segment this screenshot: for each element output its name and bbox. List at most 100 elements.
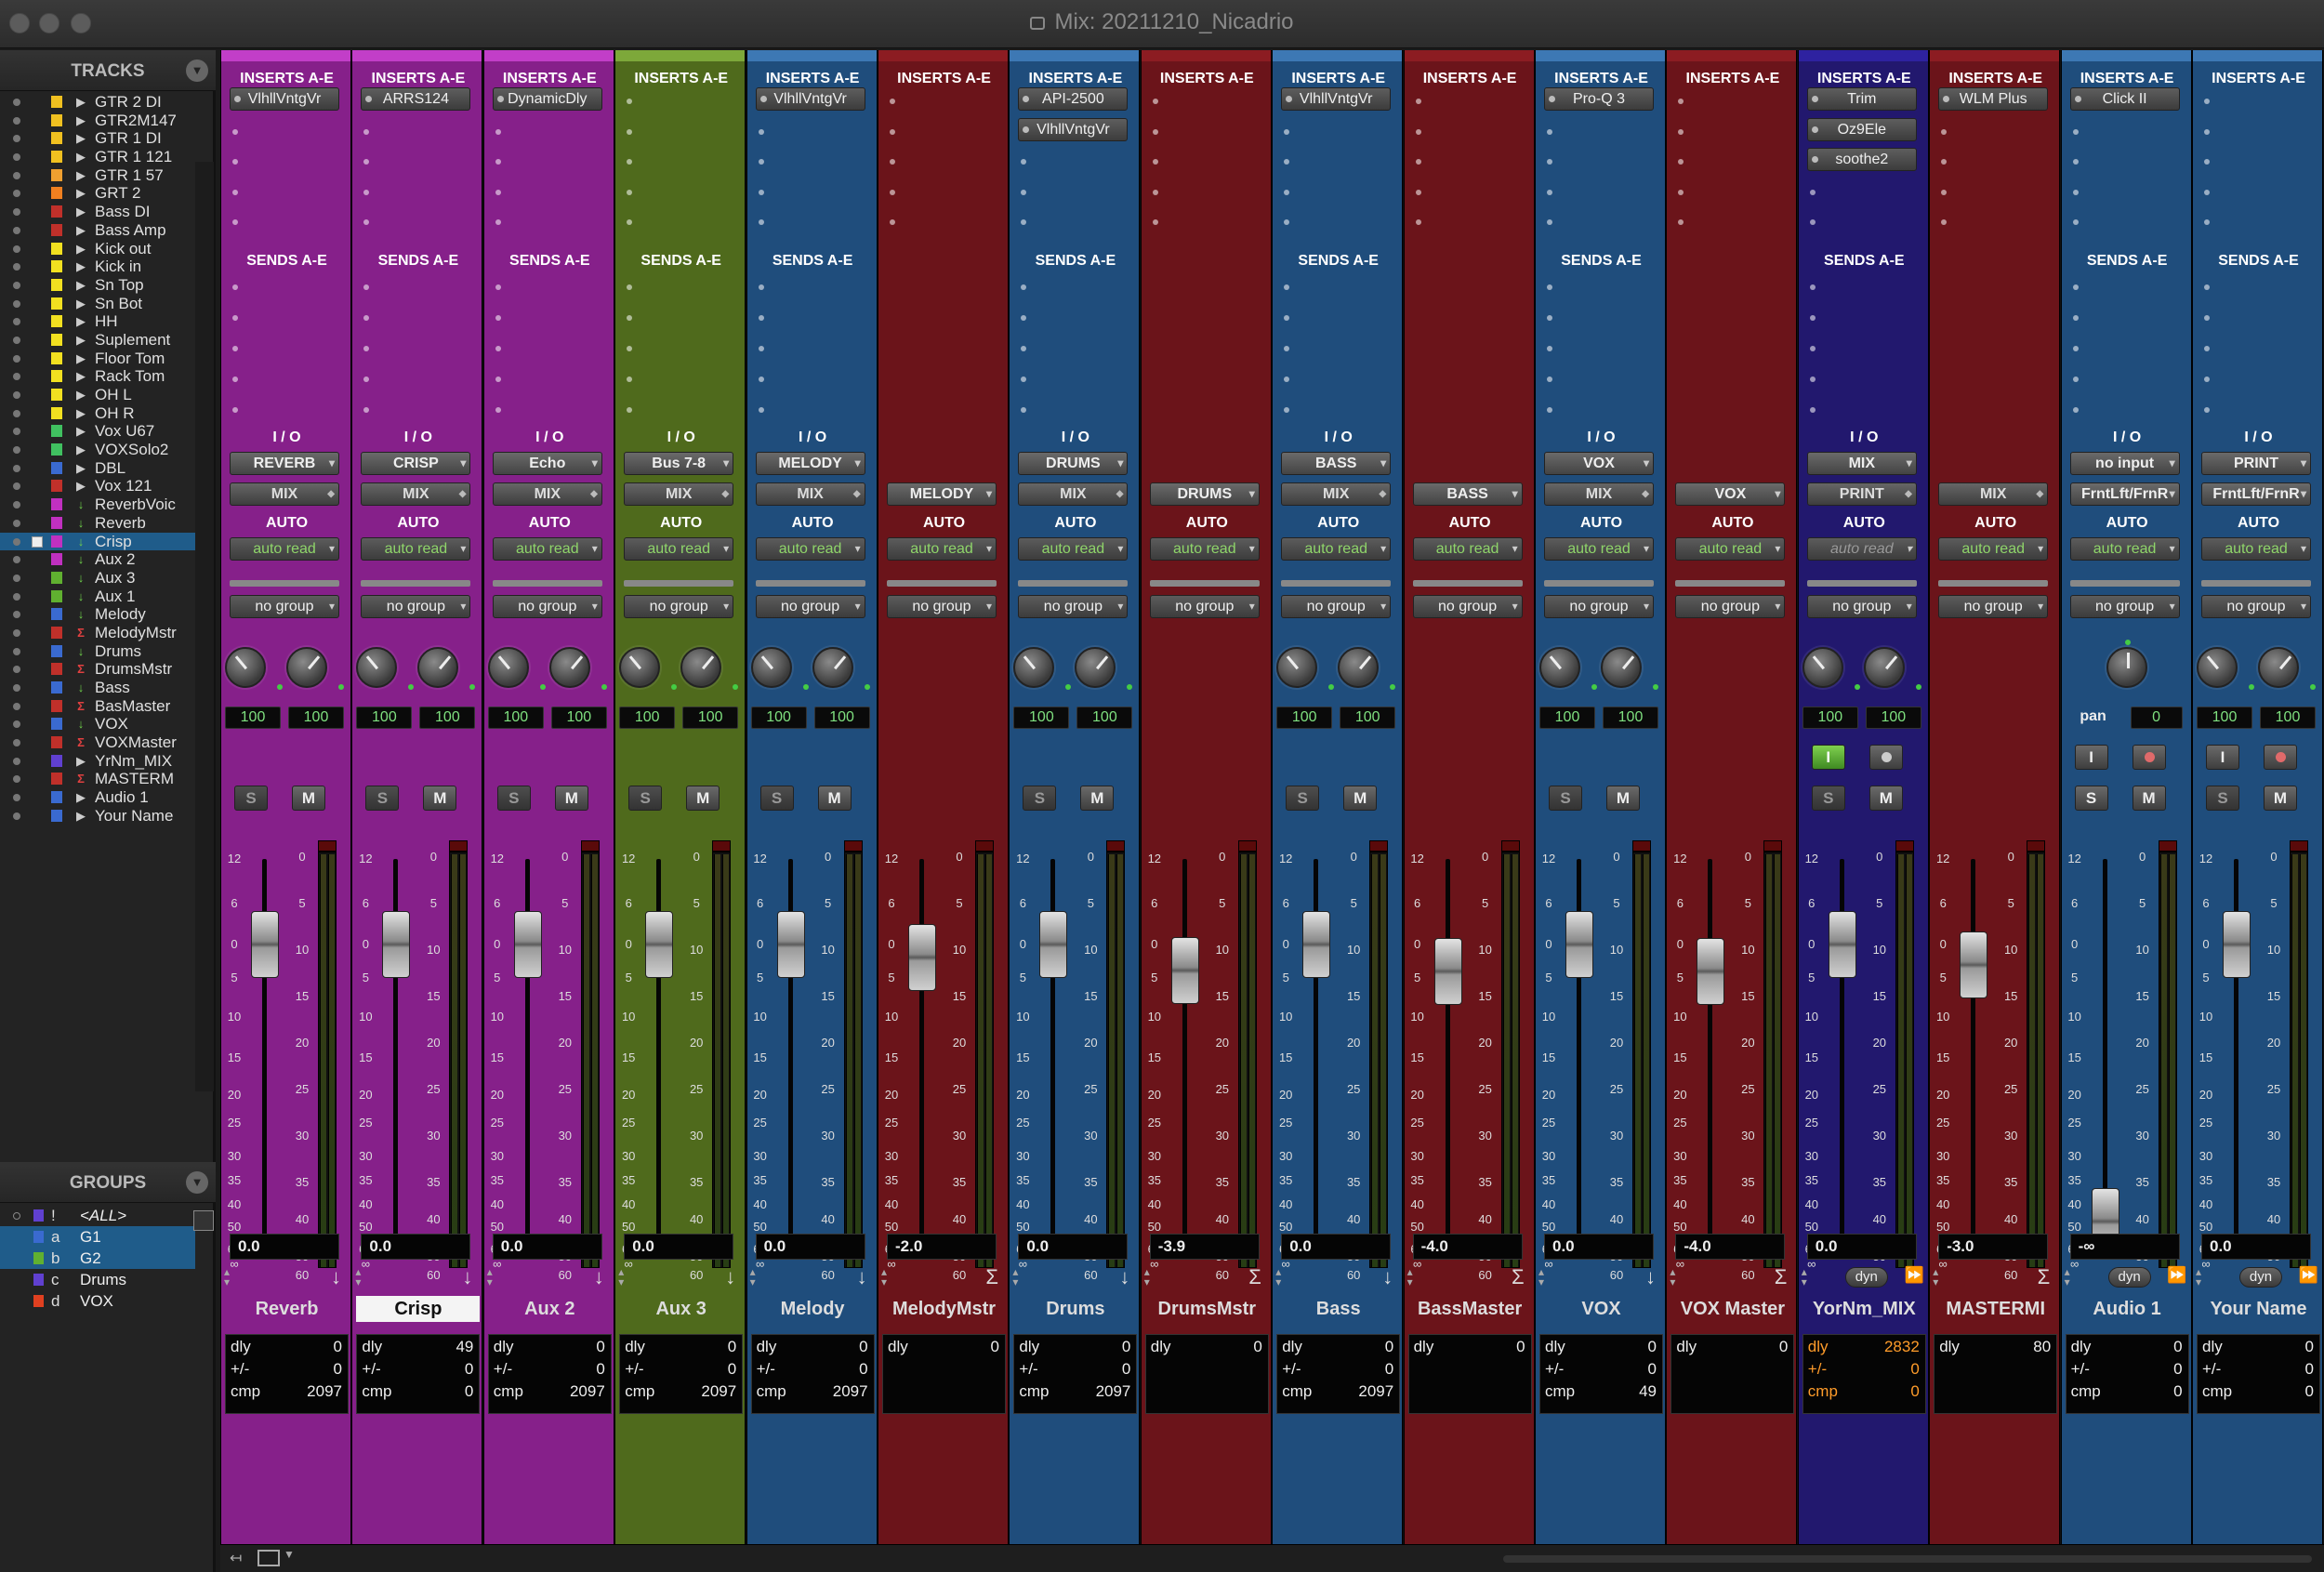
track-list-item[interactable]: ▶ OH R <box>0 404 195 423</box>
track-show-dot[interactable] <box>13 482 20 491</box>
group-selector[interactable]: no group <box>1806 595 1917 618</box>
solo-button[interactable]: S <box>1811 786 1845 811</box>
track-show-dot[interactable] <box>13 208 20 217</box>
send-slot[interactable] <box>627 376 633 382</box>
insert-slot[interactable] <box>890 99 895 104</box>
output-selector[interactable]: MIX <box>230 482 339 506</box>
track-show-dot[interactable] <box>13 628 20 637</box>
send-slot[interactable] <box>2204 346 2210 351</box>
track-list-item[interactable]: ▶ Sn Top <box>0 276 195 295</box>
track-list-item[interactable]: ▶ YrNm_MIX <box>0 752 195 771</box>
track-list-item[interactable]: ↓ Aux 2 <box>0 550 195 569</box>
insert-slot[interactable] <box>1547 189 1552 195</box>
send-slot[interactable] <box>1809 315 1816 321</box>
insert-slot[interactable] <box>1415 159 1421 165</box>
volume-readout[interactable]: 0.0 <box>230 1234 339 1260</box>
insert-slot[interactable] <box>1415 219 1421 225</box>
track-name-label[interactable]: Bass <box>1276 1296 1400 1322</box>
track-show-dot[interactable] <box>13 537 20 546</box>
volume-readout[interactable]: 0.0 <box>361 1234 471 1260</box>
track-name-label[interactable]: Reverb <box>225 1296 349 1322</box>
clip-indicator[interactable] <box>450 841 468 852</box>
output-selector[interactable]: MIX <box>492 482 602 506</box>
insert-plugin-button[interactable]: Trim <box>1806 87 1917 111</box>
input-selector[interactable]: PRINT <box>2201 452 2311 475</box>
track-show-dot[interactable] <box>13 299 20 308</box>
insert-slot[interactable] <box>2072 128 2079 135</box>
send-slot[interactable] <box>758 407 764 413</box>
track-name-label[interactable]: Aux 2 <box>488 1296 612 1322</box>
track-show-dot[interactable] <box>13 318 20 326</box>
send-slot[interactable] <box>2072 407 2079 413</box>
group-selector[interactable]: no group <box>361 595 471 618</box>
clip-indicator[interactable] <box>1633 841 1650 852</box>
track-list-item[interactable]: ▶ VOXSolo2 <box>0 441 195 459</box>
insert-slot[interactable] <box>627 159 633 165</box>
group-selector[interactable]: no group <box>230 595 339 618</box>
clip-indicator[interactable] <box>2291 841 2307 852</box>
automation-mode-selector[interactable]: auto read <box>1018 537 1129 561</box>
send-slot[interactable] <box>1547 346 1552 351</box>
send-slot[interactable] <box>495 376 501 382</box>
pan-knob-right[interactable] <box>812 647 853 688</box>
track-show-dot[interactable] <box>13 428 20 436</box>
automation-mode-selector[interactable]: auto read <box>887 537 997 561</box>
automation-mode-selector[interactable]: auto read <box>1938 537 2049 561</box>
output-selector[interactable]: FrntLft/FrnR <box>2069 482 2180 506</box>
track-show-dot[interactable] <box>13 739 20 747</box>
insert-plugin-button[interactable]: WLM Plus <box>1938 87 2049 111</box>
insert-slot[interactable] <box>1809 189 1816 195</box>
volume-readout[interactable]: -4.0 <box>1675 1234 1786 1260</box>
insert-slot[interactable] <box>890 219 895 225</box>
clip-indicator[interactable] <box>1501 841 1519 852</box>
insert-slot[interactable] <box>363 189 370 195</box>
insert-slot[interactable] <box>1152 128 1158 135</box>
automation-mode-selector[interactable]: auto read <box>1675 537 1786 561</box>
send-slot[interactable] <box>1809 376 1816 382</box>
send-slot[interactable] <box>627 315 633 321</box>
solo-button[interactable]: S <box>1549 786 1582 811</box>
send-slot[interactable] <box>1284 346 1290 351</box>
insert-slot[interactable] <box>2072 189 2079 195</box>
insert-slot[interactable] <box>627 219 633 225</box>
chevron-down-icon[interactable]: ▼ <box>186 1171 208 1194</box>
input-selector[interactable]: VOX <box>1544 452 1654 475</box>
output-selector[interactable]: DRUMS <box>1149 482 1260 506</box>
output-selector[interactable]: PRINT <box>1806 482 1917 506</box>
pan-knob-right[interactable] <box>548 647 590 688</box>
group-list-item[interactable]: d VOX <box>0 1290 195 1312</box>
clip-indicator[interactable] <box>1895 841 1913 852</box>
input-selector[interactable]: MIX <box>1806 452 1917 475</box>
insert-slot[interactable] <box>495 128 501 135</box>
pan-knob-right[interactable] <box>680 647 722 688</box>
volume-fader[interactable] <box>645 911 674 978</box>
track-show-dot[interactable] <box>13 99 20 106</box>
track-show-dot[interactable] <box>13 592 20 601</box>
track-list-item[interactable]: ▶ Vox U67 <box>0 422 195 441</box>
insert-slot[interactable] <box>1152 189 1158 195</box>
track-show-dot[interactable] <box>13 464 20 472</box>
insert-slot[interactable] <box>1021 159 1027 165</box>
volume-fader[interactable] <box>776 911 805 978</box>
pan-knob-right[interactable] <box>1338 647 1380 688</box>
volume-fader[interactable] <box>908 924 936 992</box>
send-slot[interactable] <box>1809 407 1816 413</box>
track-show-dot[interactable] <box>13 244 20 253</box>
solo-button[interactable]: S <box>759 786 794 811</box>
insert-plugin-button[interactable]: ARRS124 <box>361 87 471 111</box>
track-list-item[interactable]: ▶ Suplement <box>0 331 195 350</box>
volume-readout[interactable]: -3.0 <box>1938 1234 2049 1260</box>
send-slot[interactable] <box>627 407 633 413</box>
output-selector[interactable]: MIX <box>1938 482 2049 506</box>
insert-slot[interactable] <box>1941 219 1948 225</box>
insert-slot[interactable] <box>363 128 370 135</box>
insert-bypass-dot[interactable] <box>759 96 767 102</box>
insert-bypass-dot[interactable] <box>1023 96 1030 102</box>
input-selector[interactable]: REVERB <box>230 452 339 475</box>
volume-fader[interactable] <box>251 911 279 978</box>
track-list-item[interactable]: ▶ Your Name <box>0 807 195 826</box>
volume-readout[interactable]: 0.0 <box>2201 1234 2311 1260</box>
track-show-dot[interactable] <box>13 812 20 820</box>
insert-plugin-button[interactable]: soothe2 <box>1806 148 1917 171</box>
send-slot[interactable] <box>1809 346 1816 351</box>
